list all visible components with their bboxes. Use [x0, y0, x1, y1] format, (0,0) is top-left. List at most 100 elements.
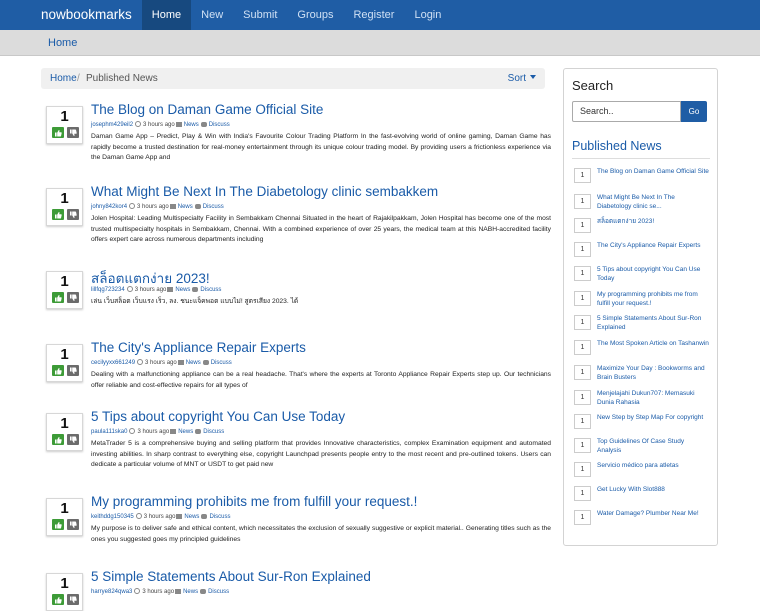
sidebar-news-link[interactable]: Water Damage? Plumber Near Me!	[597, 510, 709, 519]
post-discuss-link[interactable]: Discuss	[209, 514, 230, 520]
thumbs-down-icon[interactable]	[67, 434, 79, 445]
sidebar-news-link[interactable]: 5 Tips about copyright You Can Use Today	[597, 266, 709, 283]
sidebar-vote-count: 1	[574, 365, 591, 380]
header-home-link[interactable]: Home	[48, 37, 77, 49]
post-category-link[interactable]: News	[178, 204, 193, 210]
sidebar-news-link[interactable]: Servicio médico para atletas	[597, 462, 709, 471]
search-heading: Search	[572, 78, 614, 93]
post-title-link[interactable]: My programming prohibits me from fulfill…	[91, 494, 417, 509]
post-title-link[interactable]: 5 Tips about copyright You Can Use Today	[91, 409, 345, 424]
sidebar-news-link[interactable]: สล็อตแตกง่าย 2023!	[597, 218, 709, 227]
sidebar-news-link[interactable]: Get Lucky With Slot888	[597, 486, 709, 495]
comments-icon	[200, 589, 207, 594]
post-author-link[interactable]: paula111ska0	[91, 429, 127, 435]
post-author-link[interactable]: johny842kor4	[91, 204, 127, 210]
folder-icon	[175, 122, 182, 127]
post-category-link[interactable]: News	[186, 360, 201, 366]
post-author-link[interactable]: lillfqg723234	[91, 287, 125, 293]
sidebar-vote-count: 1	[574, 194, 591, 209]
nav-new[interactable]: New	[191, 0, 233, 30]
sidebar-vote-count: 1	[574, 414, 591, 429]
thumbs-down-icon[interactable]	[67, 209, 79, 220]
post-category-link[interactable]: News	[184, 514, 199, 520]
folder-icon	[175, 589, 182, 594]
vote-count: 1	[60, 575, 69, 592]
thumbs-down-icon[interactable]	[67, 292, 79, 303]
search-input[interactable]: Search..	[572, 101, 681, 122]
breadcrumb-home-link[interactable]: Home	[50, 68, 77, 89]
thumbs-up-icon[interactable]	[52, 209, 64, 220]
folder-icon	[170, 429, 177, 434]
post-author-link[interactable]: josephm429eil2	[91, 122, 133, 128]
post-discuss-link[interactable]: Discuss	[200, 287, 221, 293]
sidebar-vote-count: 1	[574, 315, 591, 330]
post-author-link[interactable]: harrye824qwa3	[91, 589, 132, 595]
comments-icon	[202, 360, 209, 365]
sidebar-news-link[interactable]: Menjelajahi Dukun707: Memasuki Dunia Rah…	[597, 390, 709, 407]
thumbs-up-icon[interactable]	[52, 127, 64, 138]
vote-box: 1	[46, 188, 83, 226]
vote-box: 1	[46, 106, 83, 144]
nav-home[interactable]: Home	[141, 0, 192, 30]
nav-groups[interactable]: Groups	[287, 0, 343, 30]
sidebar-vote-count: 1	[574, 340, 591, 355]
post-time: 3 hours ago	[134, 287, 167, 293]
thumbs-up-icon[interactable]	[52, 365, 64, 376]
post-title-link[interactable]: The City's Appliance Repair Experts	[91, 340, 306, 355]
sidebar-news-link[interactable]: The Blog on Daman Game Official Site	[597, 168, 709, 177]
vote-count: 1	[60, 346, 69, 363]
sidebar-vote-count: 1	[574, 266, 591, 281]
nav-register[interactable]: Register	[343, 0, 404, 30]
sidebar-news-link[interactable]: Top Guidelines Of Case Study Analysis	[597, 438, 709, 455]
post-discuss-link[interactable]: Discuss	[203, 204, 224, 210]
vote-box: 1	[46, 344, 83, 382]
post-discuss-link[interactable]: Discuss	[211, 360, 232, 366]
search-go-button[interactable]: Go	[681, 101, 707, 122]
post-discuss-link[interactable]: Discuss	[203, 429, 224, 435]
post-category-link[interactable]: News	[183, 589, 198, 595]
post-author-link[interactable]: cecilyyxx661249	[91, 360, 135, 366]
sidebar-news-link[interactable]: The City's Appliance Repair Experts	[597, 242, 709, 251]
published-news-heading: Published News	[572, 139, 662, 153]
vote-count: 1	[60, 108, 69, 125]
post-category-link[interactable]: News	[184, 122, 199, 128]
thumbs-down-icon[interactable]	[67, 127, 79, 138]
post-author-link[interactable]: keithddg150345	[91, 514, 134, 520]
comments-icon	[201, 514, 208, 519]
thumbs-up-icon[interactable]	[52, 519, 64, 530]
post-time: 3 hours ago	[137, 429, 170, 435]
post-category-link[interactable]: News	[175, 287, 190, 293]
sidebar-vote-count: 1	[574, 462, 591, 477]
nav-submit[interactable]: Submit	[233, 0, 287, 30]
comments-icon	[194, 204, 201, 209]
heading-divider	[572, 158, 710, 159]
sidebar-news-link[interactable]: New Step by Step Map For copyright	[597, 414, 709, 423]
vote-box: 1	[46, 573, 83, 611]
sidebar-news-link[interactable]: The Most Spoken Article on Tashanwin	[597, 340, 709, 349]
post-title-link[interactable]: What Might Be Next In The Diabetology cl…	[91, 184, 438, 199]
sidebar-news-link[interactable]: My programming prohibits me from fulfill…	[597, 291, 709, 308]
sidebar-news-link[interactable]: Maximize Your Day : Bookworms and Brain …	[597, 365, 709, 382]
post-title-link[interactable]: 5 Simple Statements About Sur-Ron Explai…	[91, 569, 371, 584]
folder-icon	[167, 287, 174, 292]
site-brand[interactable]: nowbookmarks	[0, 0, 142, 30]
folder-icon	[169, 204, 176, 209]
sidebar-news-link[interactable]: What Might Be Next In The Diabetology cl…	[597, 194, 709, 211]
post-discuss-link[interactable]: Discuss	[208, 589, 229, 595]
sort-dropdown[interactable]: Sort	[508, 68, 536, 89]
breadcrumb-current: Published News	[86, 73, 158, 84]
thumbs-down-icon[interactable]	[67, 519, 79, 530]
post-description: Jolen Hospital: Leading Multispecialty F…	[91, 215, 551, 243]
post-time: 3 hours ago	[142, 589, 175, 595]
thumbs-up-icon[interactable]	[52, 434, 64, 445]
thumbs-down-icon[interactable]	[67, 365, 79, 376]
vote-count: 1	[60, 415, 69, 432]
thumbs-up-icon[interactable]	[52, 292, 64, 303]
post-title-link[interactable]: The Blog on Daman Game Official Site	[91, 102, 323, 117]
post-discuss-link[interactable]: Discuss	[209, 122, 230, 128]
post-category-link[interactable]: News	[178, 429, 193, 435]
folder-icon	[176, 514, 183, 519]
sidebar-news-link[interactable]: 5 Simple Statements About Sur-Ron Explai…	[597, 315, 709, 332]
nav-login[interactable]: Login	[404, 0, 451, 30]
post-description: Daman Game App – Predict, Play & Win wit…	[91, 133, 551, 161]
